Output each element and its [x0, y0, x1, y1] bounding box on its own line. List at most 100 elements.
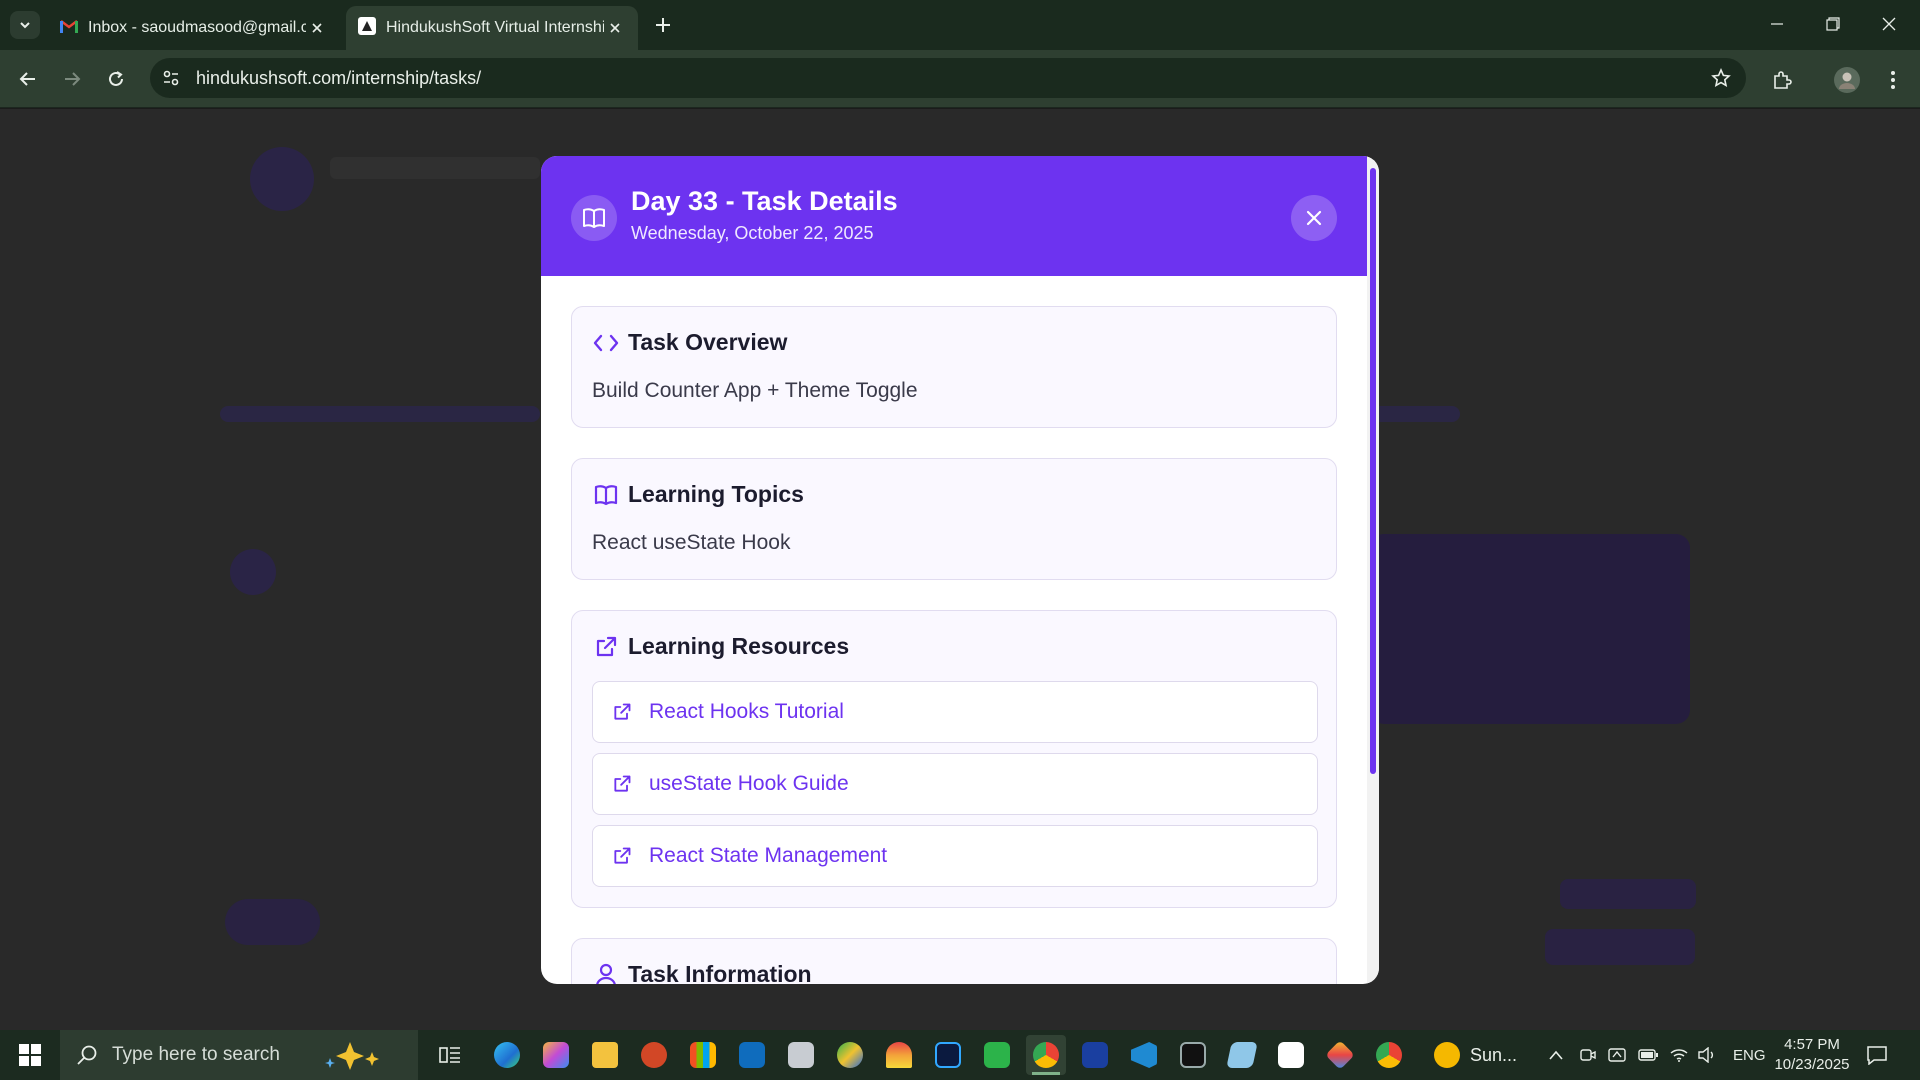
puzzle-icon: [1774, 71, 1792, 89]
task-overview-card: Task Overview Build Counter App + Theme …: [571, 306, 1337, 428]
tab-strip: Inbox - saoudmasood@gmail.com HindukushS…: [0, 0, 1920, 50]
language-indicator[interactable]: ENG: [1733, 1030, 1766, 1080]
search-icon: [77, 1045, 97, 1065]
modal-scrollbar[interactable]: [1367, 156, 1379, 984]
task-details-modal: Day 33 - Task Details Wednesday, October…: [541, 156, 1379, 984]
modal-close-button[interactable]: [1291, 195, 1337, 241]
card-title: Task Information: [628, 961, 812, 984]
resource-link-react-state-management[interactable]: React State Management: [592, 825, 1318, 887]
powerpoint-icon[interactable]: [634, 1035, 674, 1075]
dev-to-icon[interactable]: [1075, 1035, 1115, 1075]
close-icon: [1882, 17, 1896, 31]
active-app-indicator: [1032, 1072, 1060, 1075]
restore-icon: [1826, 17, 1840, 31]
edge-icon[interactable]: [487, 1035, 527, 1075]
copilot-icon[interactable]: [536, 1035, 576, 1075]
arrow-right-icon: [65, 72, 81, 86]
git-app-icon[interactable]: [1320, 1035, 1360, 1075]
card-title: Learning Resources: [628, 633, 850, 659]
page-content: Day 33 - Task Details Wednesday, October…: [0, 109, 1920, 1030]
browser-toolbar: hindukushsoft.com/internship/tasks/: [0, 50, 1920, 108]
mail-app-icon[interactable]: [781, 1035, 821, 1075]
photoshop-icon[interactable]: [928, 1035, 968, 1075]
site-info-icon[interactable]: [154, 61, 188, 95]
volume-icon[interactable]: [1698, 1030, 1716, 1080]
modal-header: Day 33 - Task Details Wednesday, October…: [541, 156, 1367, 276]
capcut-icon[interactable]: [1271, 1035, 1311, 1075]
address-bar[interactable]: hindukushsoft.com/internship/tasks/: [150, 58, 1746, 98]
language-text: ENG: [1733, 1046, 1766, 1064]
notification-icon: [1867, 1046, 1887, 1065]
notes-app-icon[interactable]: [1222, 1035, 1262, 1075]
new-tab-button[interactable]: [650, 12, 676, 38]
external-link-icon: [609, 771, 635, 797]
photos-app-icon[interactable]: [830, 1035, 870, 1075]
user-icon: [592, 961, 620, 984]
more-vertical-icon: [1891, 71, 1895, 89]
hindukushsoft-icon: [358, 16, 376, 40]
resource-link-label: useState Hook Guide: [649, 772, 849, 795]
restore-button[interactable]: [1810, 8, 1856, 40]
forward-button[interactable]: [56, 63, 88, 95]
task-information-card: Task Information: [571, 938, 1337, 984]
resource-link-react-hooks-tutorial[interactable]: React Hooks Tutorial: [592, 681, 1318, 743]
outlook-icon[interactable]: [732, 1035, 772, 1075]
sun-icon: [1434, 1042, 1460, 1068]
start-button[interactable]: [0, 1030, 60, 1080]
tab-gmail[interactable]: Inbox - saoudmasood@gmail.com: [48, 6, 340, 50]
back-button[interactable]: [12, 63, 44, 95]
reload-icon: [109, 71, 123, 86]
close-window-button[interactable]: [1866, 8, 1912, 40]
resource-link-usestate-hook-guide[interactable]: useState Hook Guide: [592, 753, 1318, 815]
taskbar-clock[interactable]: 4:57 PM 10/23/2025: [1766, 1035, 1858, 1075]
network-app-icon[interactable]: [1608, 1030, 1626, 1080]
tab-title: HindukushSoft Virtual Internship: [386, 19, 604, 36]
file-explorer-icon[interactable]: [585, 1035, 625, 1075]
meet-now-icon[interactable]: [1580, 1030, 1596, 1080]
vscode-icon[interactable]: [1124, 1035, 1164, 1075]
windows-logo-icon: [19, 1044, 41, 1066]
card-title: Learning Topics: [628, 481, 804, 507]
reload-button[interactable]: [100, 63, 132, 95]
weather-widget[interactable]: Sun...: [1432, 1030, 1517, 1080]
learning-topics-card: Learning Topics React useState Hook: [571, 458, 1337, 580]
bookmark-star-icon[interactable]: [1704, 61, 1738, 95]
minimize-icon: [1771, 23, 1783, 25]
copilot-sparkle-icon: [324, 1042, 379, 1070]
search-placeholder: Type here to search: [112, 1044, 280, 1065]
windows-taskbar: Type here to search Sun... ENG 4:57 PM 1…: [0, 1030, 1920, 1080]
external-link-icon: [592, 633, 620, 661]
arrow-left-icon: [19, 72, 35, 86]
close-tab-icon[interactable]: [604, 17, 626, 39]
chrome-profile-icon[interactable]: [1369, 1035, 1409, 1075]
tab-title: Inbox - saoudmasood@gmail.com: [88, 19, 306, 36]
minimize-button[interactable]: [1754, 8, 1800, 40]
scrollbar-thumb[interactable]: [1370, 168, 1376, 774]
tab-hindukushsoft[interactable]: HindukushSoft Virtual Internship: [346, 6, 638, 50]
battery-icon[interactable]: [1638, 1030, 1658, 1080]
extensions-button[interactable]: [1765, 63, 1799, 97]
chevron-up-icon: [1549, 1050, 1563, 1060]
close-tab-icon[interactable]: [306, 17, 328, 39]
book-icon: [592, 481, 620, 509]
profile-avatar[interactable]: [1830, 63, 1864, 97]
wifi-icon[interactable]: [1670, 1030, 1688, 1080]
external-link-icon: [609, 699, 635, 725]
avatar-icon: [1834, 67, 1860, 93]
book-icon: [571, 195, 617, 241]
microsoft-store-icon[interactable]: [683, 1035, 723, 1075]
terminal-icon[interactable]: [1173, 1035, 1213, 1075]
task-view-icon[interactable]: [430, 1035, 470, 1075]
h-app-icon[interactable]: [977, 1035, 1017, 1075]
tab-search-button[interactable]: [10, 11, 40, 39]
rainbow-app-icon[interactable]: [879, 1035, 919, 1075]
taskbar-search[interactable]: Type here to search: [60, 1030, 418, 1080]
external-link-icon: [609, 843, 635, 869]
notifications-button[interactable]: [1866, 1030, 1888, 1080]
chrome-icon[interactable]: [1026, 1035, 1066, 1075]
task-overview-text: Build Counter App + Theme Toggle: [592, 379, 918, 402]
show-hidden-icons[interactable]: [1548, 1030, 1564, 1080]
browser-menu-button[interactable]: [1876, 63, 1910, 97]
chevron-down-icon: [20, 22, 30, 29]
code-icon: [592, 329, 620, 357]
